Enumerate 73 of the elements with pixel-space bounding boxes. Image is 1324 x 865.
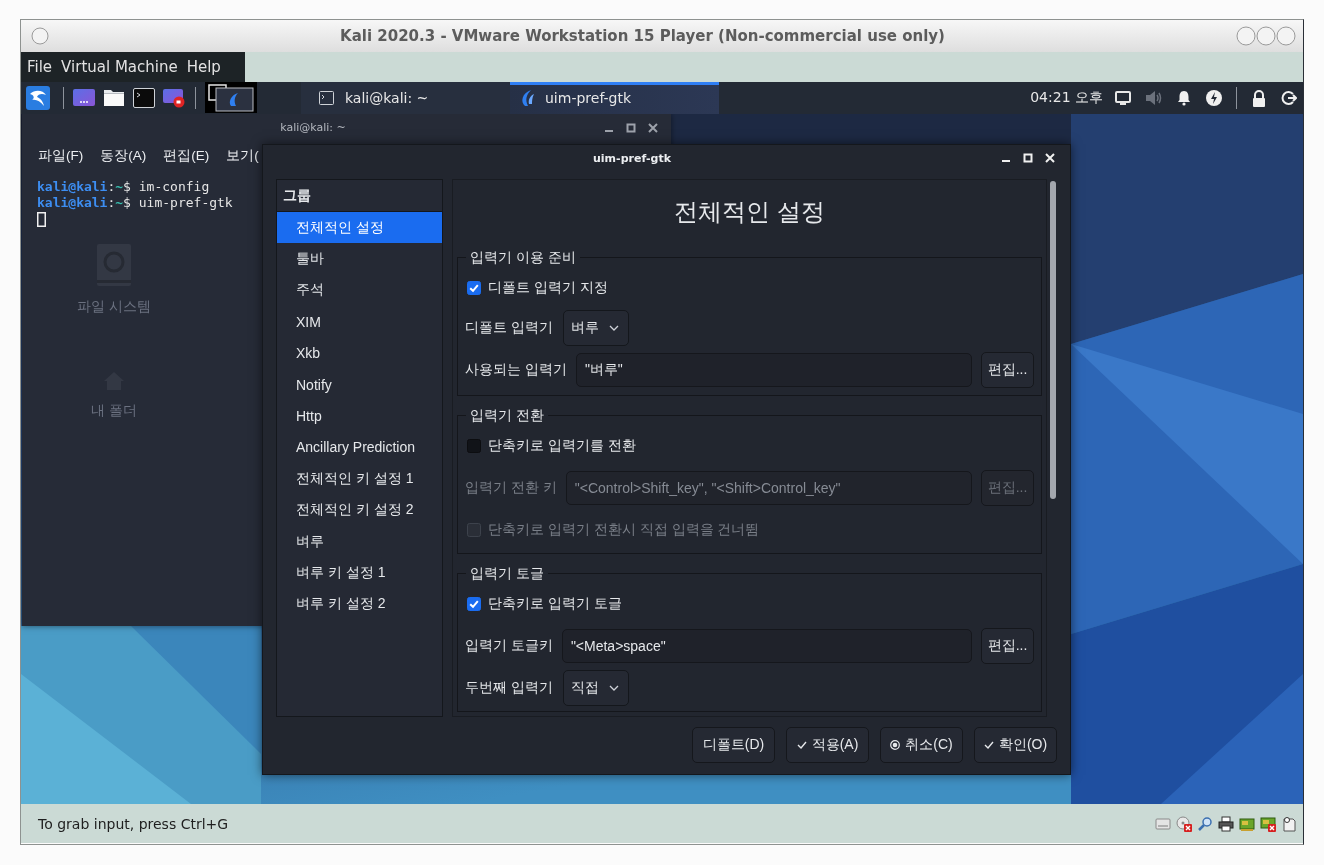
field-label: 사용되는 입력기 bbox=[465, 361, 567, 379]
menu-item[interactable]: 보기( bbox=[226, 147, 259, 165]
status-text: To grab input, press Ctrl+G bbox=[38, 815, 229, 832]
checkbox-label: 단축키로 입력기를 전환 bbox=[488, 437, 636, 455]
group-title: 입력기 이용 준비 bbox=[469, 248, 577, 267]
checkbox-label: 디폴트 입력기 지정 bbox=[488, 279, 608, 297]
group-title: 입력기 전환 bbox=[469, 406, 545, 425]
checkbox[interactable] bbox=[467, 281, 481, 295]
logo-icon[interactable] bbox=[26, 86, 50, 110]
menu-item[interactable]: 동장(A) bbox=[100, 147, 147, 165]
close-icon[interactable] bbox=[648, 122, 658, 133]
menu-item[interactable]: File bbox=[27, 58, 53, 76]
task-button[interactable]: kali@kali: ~ bbox=[301, 82, 510, 114]
list-item[interactable]: XIM bbox=[277, 306, 442, 338]
list-item[interactable]: 주석 bbox=[277, 274, 442, 307]
lightning-icon[interactable] bbox=[1206, 90, 1222, 106]
chevron-down-icon bbox=[608, 685, 619, 691]
screen-recorder-icon[interactable] bbox=[163, 88, 185, 108]
magnifier-icon[interactable] bbox=[1197, 815, 1213, 832]
checkbox-label: 단축키로 입력기 전환시 직접 입력을 건너뜀 bbox=[488, 521, 760, 539]
dropdown[interactable]: 벼루 bbox=[562, 310, 629, 346]
dropdown[interactable]: 직접 bbox=[562, 670, 629, 706]
field-label: 입력기 토글키 bbox=[465, 637, 553, 655]
task-button[interactable]: uim-pref-gtk bbox=[510, 82, 719, 114]
menu-item[interactable]: Help bbox=[186, 58, 221, 76]
folder-icon[interactable] bbox=[103, 88, 125, 108]
checkbox[interactable] bbox=[467, 439, 481, 453]
field-label: 입력기 전환 키 bbox=[465, 479, 557, 497]
card-icon[interactable] bbox=[1239, 815, 1255, 832]
terminal-line: kali@kali:~$ im-config bbox=[37, 179, 210, 195]
list-item[interactable]: Http bbox=[277, 400, 442, 432]
page-title: 전체적인 설정 bbox=[673, 197, 826, 227]
screen-icon[interactable] bbox=[73, 88, 95, 108]
list-item[interactable]: Ancillary Prediction bbox=[277, 431, 442, 464]
window-title: kali@kali: ~ bbox=[279, 121, 347, 134]
group-title: 입력기 토글 bbox=[469, 564, 545, 583]
device-icon[interactable] bbox=[1281, 815, 1297, 832]
list-item[interactable]: 툴바 bbox=[277, 243, 442, 275]
terminal-icon[interactable] bbox=[133, 88, 155, 108]
list-item[interactable]: Notify bbox=[277, 368, 442, 401]
lock-icon[interactable] bbox=[1251, 89, 1267, 107]
window-title: uim-pref-gtk bbox=[592, 151, 672, 165]
checkbox-label: 단축키로 입력기 토글 bbox=[488, 595, 622, 613]
field-label: 디폴트 입력기 bbox=[465, 319, 553, 337]
logout-icon[interactable] bbox=[1281, 90, 1297, 106]
list-item[interactable]: 벼루 키 설정 1 bbox=[277, 557, 442, 589]
printer-icon[interactable] bbox=[1218, 815, 1234, 832]
terminal-icon bbox=[319, 91, 334, 105]
checkbox[interactable] bbox=[467, 597, 481, 611]
cursor-icon bbox=[37, 212, 46, 227]
monitor-icon[interactable] bbox=[1115, 90, 1131, 106]
list-item[interactable]: 벼루 키 설정 2 bbox=[277, 588, 442, 621]
list-item[interactable]: Xkb bbox=[277, 337, 442, 369]
disc-icon[interactable] bbox=[1176, 815, 1192, 832]
list-item[interactable]: 전체적인 키 설정 2 bbox=[277, 494, 442, 526]
list-item[interactable]: 전체적인 키 설정 1 bbox=[277, 463, 442, 495]
field-label: 두번째 입력기 bbox=[465, 679, 553, 697]
menu-item[interactable]: Virtual Machine bbox=[61, 58, 178, 76]
clock[interactable]: 04:21 오후 bbox=[1030, 89, 1103, 107]
terminal-line: kali@kali:~$ uim-pref-gtk bbox=[37, 195, 233, 211]
icon-label: 파일 시스템 bbox=[77, 298, 151, 316]
bell-icon[interactable] bbox=[1176, 90, 1192, 106]
list-item[interactable]: 벼루 bbox=[277, 525, 442, 558]
menu-item[interactable]: 파일(F) bbox=[38, 147, 84, 165]
card-icon[interactable] bbox=[1260, 815, 1276, 832]
speaker-icon[interactable] bbox=[1145, 90, 1162, 106]
chevron-down-icon bbox=[608, 325, 619, 331]
workspace-switcher[interactable] bbox=[205, 82, 257, 113]
list-item[interactable]: 전체적인 설정 bbox=[277, 212, 442, 244]
window-title: Kali 2020.3 - VMware Workstation 15 Player (Non-commercial use only) bbox=[339, 27, 946, 45]
maximize-icon[interactable] bbox=[626, 122, 636, 133]
icon-label: 내 폴더 bbox=[91, 402, 137, 420]
menu-item[interactable]: 편집(E) bbox=[163, 147, 210, 165]
